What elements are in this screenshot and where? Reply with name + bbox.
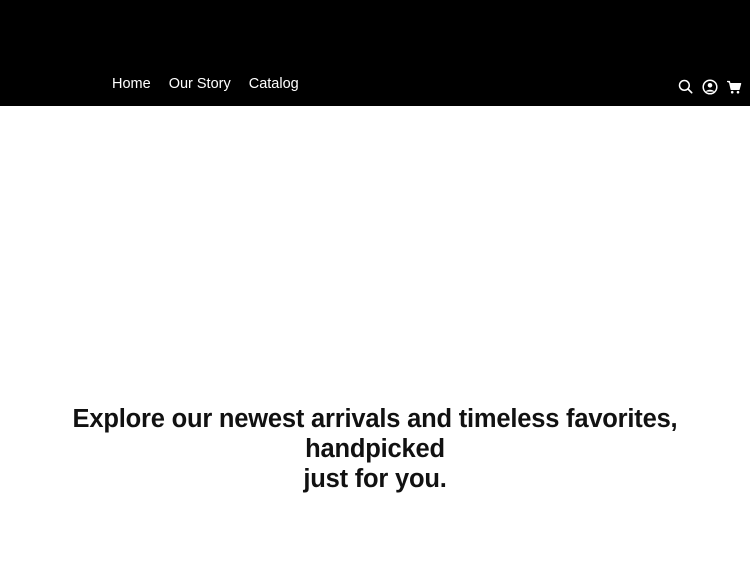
cart-button[interactable] [725, 78, 742, 95]
account-button[interactable] [701, 78, 718, 95]
site-header: Home Our Story Catalog [0, 0, 750, 106]
nav-catalog-link[interactable]: Catalog [249, 74, 299, 94]
nav-our-story-link[interactable]: Our Story [169, 74, 231, 94]
hero-tagline-line2: just for you. [303, 465, 447, 493]
main-nav: Home Our Story Catalog [112, 74, 317, 94]
cart-icon [726, 80, 741, 93]
account-icon [701, 78, 718, 95]
search-icon [678, 79, 693, 94]
hero-tagline: Explore our newest arrivals and timeless… [0, 404, 750, 494]
header-icons [677, 78, 742, 95]
hero-tagline-line1: Explore our newest arrivals and timeless… [72, 405, 678, 463]
nav-home-link[interactable]: Home [112, 74, 151, 94]
search-button[interactable] [677, 78, 694, 95]
